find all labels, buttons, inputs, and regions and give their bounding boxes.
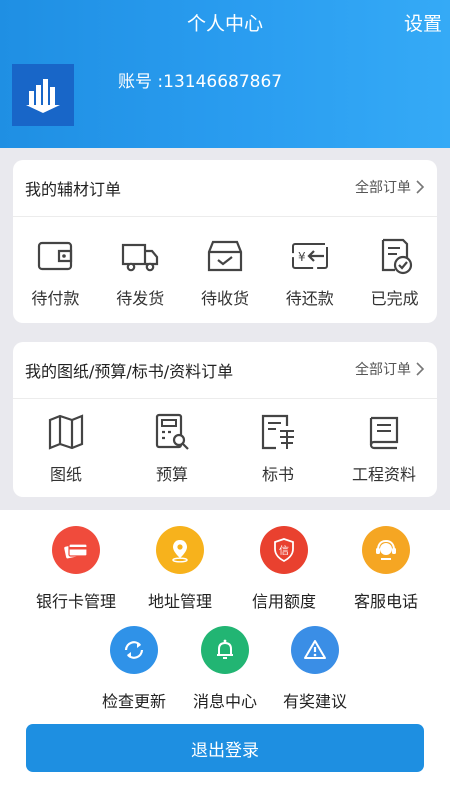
- tender-orders-button[interactable]: 标书: [225, 412, 331, 485]
- order-status-pending-shipment[interactable]: 待发货: [98, 236, 183, 309]
- repayment-icon: ¥: [291, 243, 328, 269]
- card-title: 我的辅材订单: [25, 180, 122, 199]
- status-label: 待收货: [200, 289, 249, 308]
- warning-icon: [304, 640, 326, 659]
- all-orders-link[interactable]: 全部订单: [355, 359, 425, 379]
- category-label: 预算: [155, 465, 188, 484]
- order-status-row: 待付款 待发货 待收货 ¥ 待还款 已完成: [13, 236, 437, 309]
- document-icon: [261, 414, 294, 450]
- address-button[interactable]: 地址管理: [120, 526, 240, 612]
- wallet-icon: [38, 241, 73, 271]
- service-label: 信用额度: [251, 592, 316, 611]
- feedback-badge: [291, 626, 339, 674]
- budget-orders-button[interactable]: 预算: [119, 412, 225, 485]
- credit-shield-icon: 信: [274, 538, 294, 563]
- completed-icon: [381, 238, 412, 275]
- book-icon: [369, 416, 399, 450]
- bank-card-badge: [52, 526, 100, 574]
- address-badge: [156, 526, 204, 574]
- divider: [13, 398, 437, 399]
- service-label: 银行卡管理: [35, 592, 116, 611]
- refresh-icon: [124, 641, 144, 659]
- drawing-orders-button[interactable]: 图纸: [13, 412, 119, 485]
- bell-icon: [217, 639, 233, 659]
- bank-card-icon: [64, 543, 88, 559]
- app-logo: [12, 64, 74, 126]
- inbox-icon: [207, 240, 243, 272]
- message-center-badge: [201, 626, 249, 674]
- page-title: 个人中心: [186, 13, 263, 35]
- customer-service-badge: [362, 526, 410, 574]
- service-label: 检查更新: [101, 692, 166, 711]
- order-status-completed[interactable]: 已完成: [352, 236, 437, 309]
- category-label: 标书: [261, 465, 294, 484]
- map-icon: [48, 414, 84, 450]
- customer-service-icon: [376, 539, 396, 560]
- truck-icon: [122, 243, 159, 272]
- chevron-right-icon: [416, 180, 425, 194]
- buildings-logo-icon: [26, 79, 60, 113]
- check-update-badge: [110, 626, 158, 674]
- status-label: 已完成: [370, 289, 419, 308]
- customer-service-button[interactable]: 客服电话: [326, 526, 446, 612]
- order-status-pending-payment[interactable]: 待付款: [13, 236, 98, 309]
- engineering-docs-button[interactable]: 工程资料: [331, 412, 437, 485]
- order-status-pending-receipt[interactable]: 待收货: [183, 236, 268, 309]
- calculator-icon: [155, 413, 189, 450]
- order-status-pending-repayment[interactable]: ¥ 待还款: [267, 236, 352, 309]
- service-label: 消息中心: [192, 692, 257, 711]
- service-label: 有奖建议: [282, 692, 347, 711]
- all-orders-label: 全部订单: [355, 180, 411, 196]
- status-label: 待还款: [285, 289, 334, 308]
- location-icon: [172, 540, 188, 563]
- account-number: 账号 :13146687867: [118, 72, 283, 92]
- chevron-right-icon: [416, 362, 425, 376]
- card-title: 我的图纸/预算/标书/资料订单: [25, 362, 234, 381]
- status-label: 待付款: [31, 289, 80, 308]
- service-label: 地址管理: [147, 592, 212, 611]
- status-label: 待发货: [116, 289, 165, 308]
- bank-card-button[interactable]: 银行卡管理: [16, 526, 136, 612]
- all-orders-link[interactable]: 全部订单: [355, 177, 425, 197]
- settings-button[interactable]: 设置: [404, 9, 442, 36]
- credit-glyph: 信: [279, 545, 289, 557]
- material-orders-card: 我的辅材订单 全部订单 待付款 待发货 待收货 ¥ 待还款 已完成: [13, 160, 437, 323]
- svg-text:¥: ¥: [298, 250, 306, 264]
- drawing-order-row: 图纸 预算 标书 工程资料: [13, 412, 437, 485]
- profile-header: 个人中心 设置 账号 :13146687867: [0, 0, 450, 148]
- credit-limit-badge: 信: [260, 526, 308, 574]
- logout-button[interactable]: 退出登录: [26, 724, 424, 772]
- feedback-button[interactable]: 有奖建议: [255, 626, 375, 712]
- divider: [13, 216, 437, 217]
- service-label: 客服电话: [353, 592, 418, 611]
- category-label: 图纸: [49, 465, 82, 484]
- category-label: 工程资料: [351, 465, 416, 484]
- drawing-orders-card: 我的图纸/预算/标书/资料订单 全部订单 图纸 预算 标书 工程资料: [13, 342, 437, 497]
- all-orders-label: 全部订单: [355, 362, 411, 378]
